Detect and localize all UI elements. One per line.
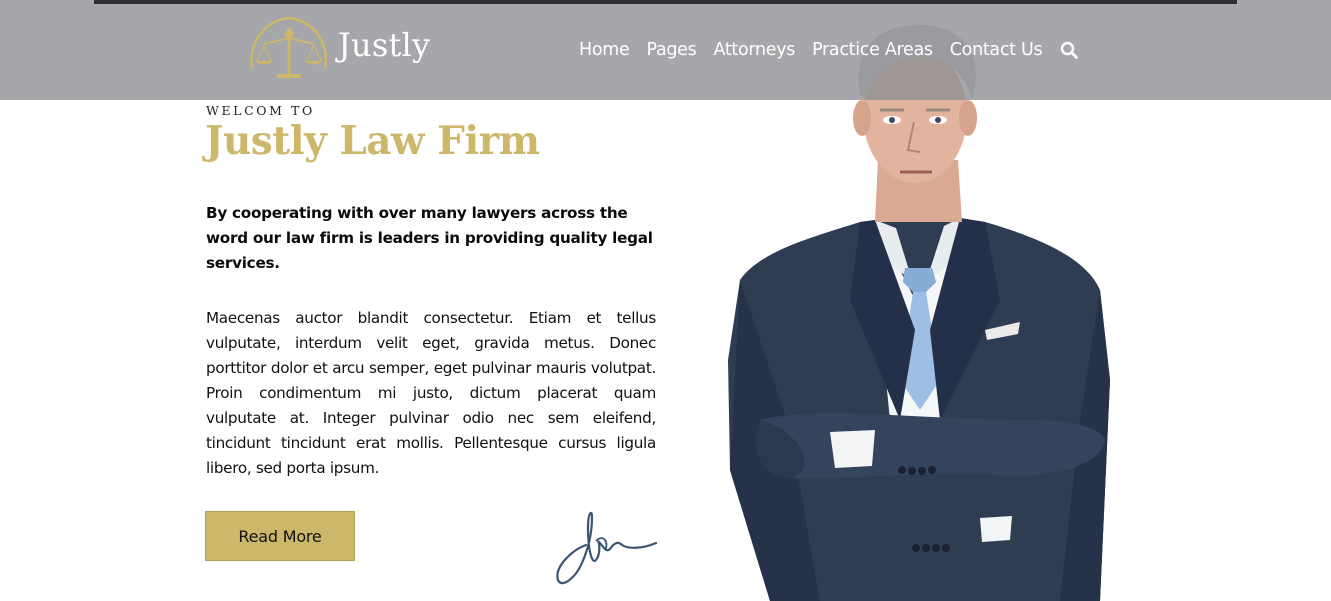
main-nav: Home Pages Attorneys Practice Areas Cont… <box>579 36 1079 64</box>
nav-contact-us[interactable]: Contact Us <box>950 40 1043 60</box>
hero-body: Maecenas auctor blandit consectetur. Eti… <box>206 309 656 477</box>
hero-lead: By cooperating with over many lawyers ac… <box>206 204 653 272</box>
search-icon[interactable] <box>1060 41 1079 59</box>
nav-attorneys[interactable]: Attorneys <box>713 40 795 60</box>
site-header: Justly Home Pages Attorneys Practice Are… <box>0 0 1331 100</box>
nav-pages[interactable]: Pages <box>646 40 696 60</box>
signature-icon <box>556 511 658 585</box>
hero-title: Justly Law Firm <box>205 118 540 164</box>
nav-home[interactable]: Home <box>579 40 630 60</box>
hero-eyebrow: WELCOM TO <box>206 103 315 118</box>
read-more-button[interactable]: Read More <box>205 511 355 561</box>
top-accent-bar <box>94 0 1237 4</box>
logo[interactable]: Justly <box>246 14 436 84</box>
logo-text: Justly <box>338 26 431 64</box>
scales-of-justice-icon <box>250 16 328 78</box>
nav-practice-areas[interactable]: Practice Areas <box>812 40 933 60</box>
